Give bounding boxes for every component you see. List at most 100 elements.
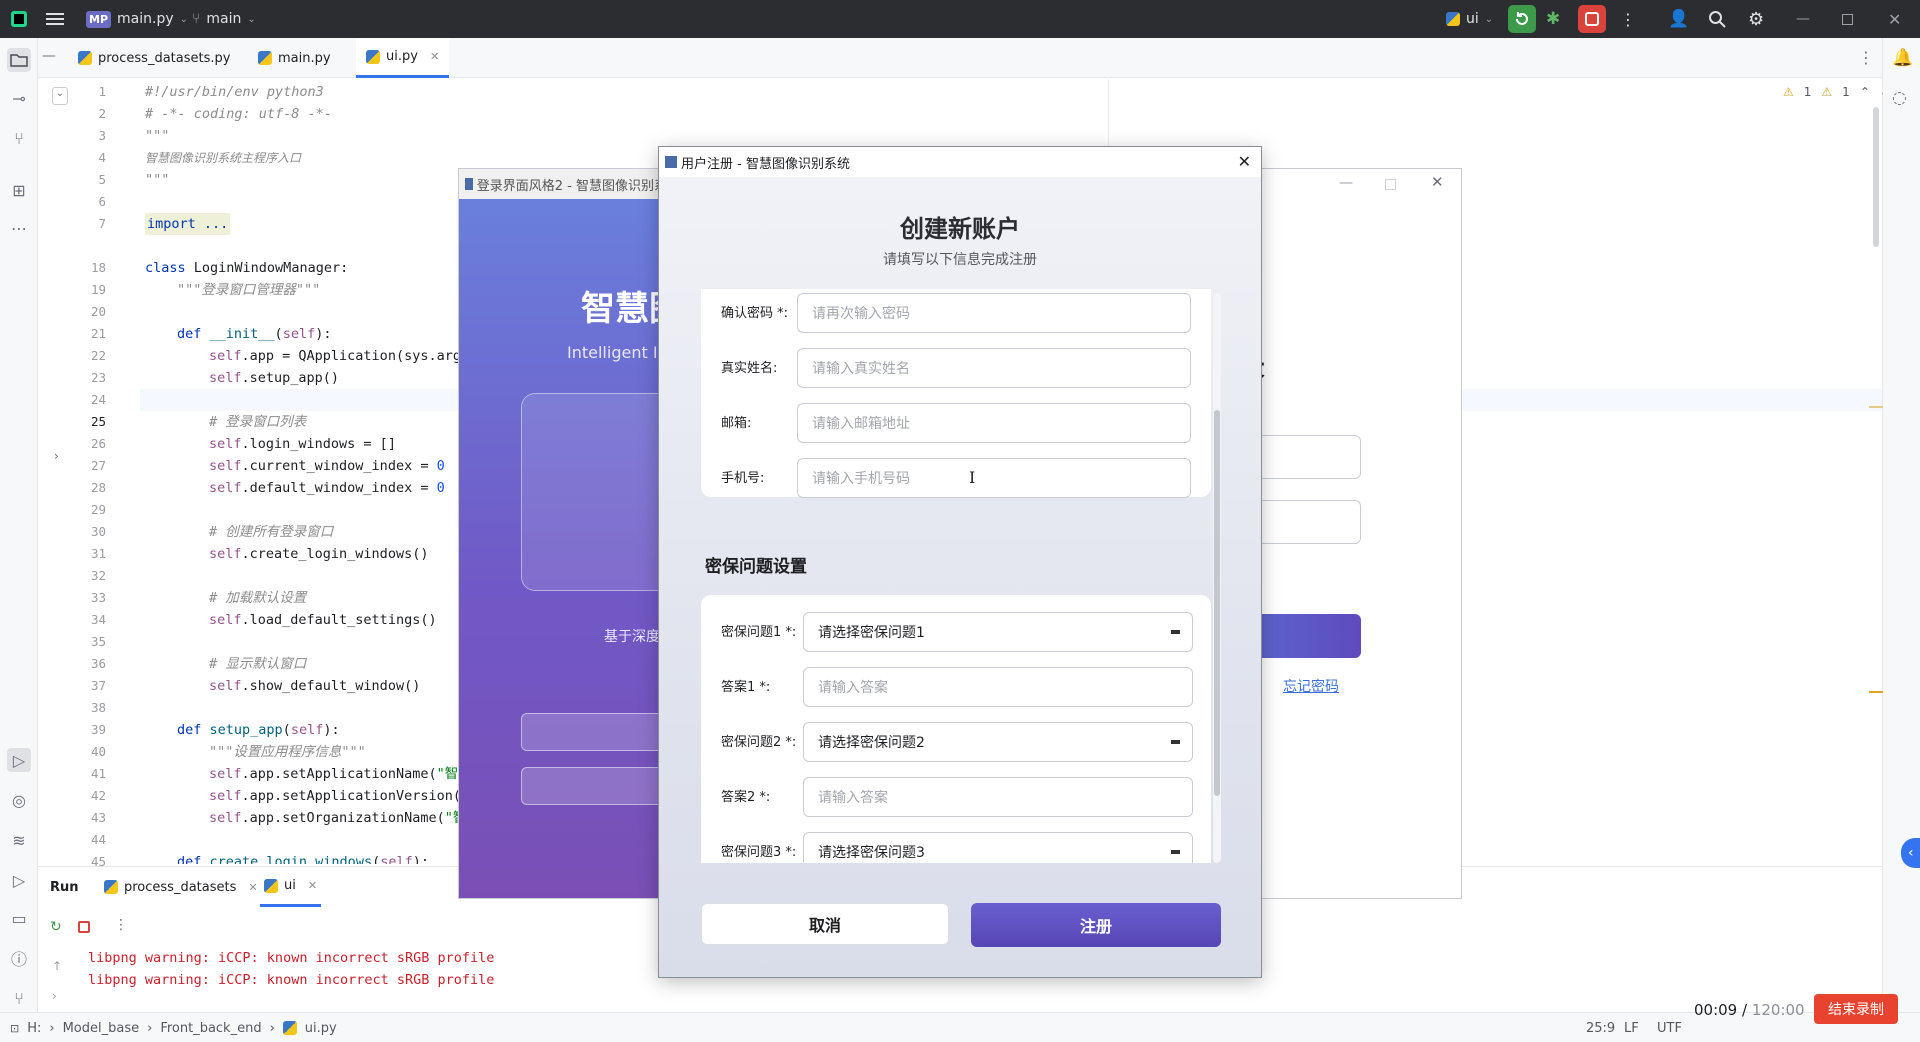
commit-icon[interactable]: ⊸ bbox=[7, 86, 31, 110]
close-tab-icon[interactable]: ✕ bbox=[308, 879, 317, 892]
line-number: 44 bbox=[90, 832, 106, 847]
file-encoding[interactable]: UTF bbox=[1657, 1013, 1682, 1042]
run-tab-process-datasets[interactable]: process_datasets ✕ bbox=[104, 867, 258, 907]
python-console-icon[interactable]: ◎ bbox=[7, 788, 31, 812]
debug-button[interactable]: ✱ bbox=[1546, 0, 1560, 38]
code-line: self.app.setApplicationName("智 bbox=[209, 766, 459, 782]
hero-input[interactable] bbox=[521, 713, 667, 751]
main-menu-icon[interactable] bbox=[46, 0, 64, 38]
real-name-input[interactable]: 请输入真实姓名 bbox=[797, 348, 1191, 388]
close-tab-icon[interactable]: ✕ bbox=[248, 881, 257, 894]
scroll-up-icon[interactable]: ↑ bbox=[52, 959, 62, 973]
form-scroll-area[interactable]: 确认密码 *: 请再次输入密码 真实姓名: 请输入真实姓名 邮箱: 请输入邮箱地… bbox=[659, 289, 1261, 863]
answer1-input[interactable]: 请输入答案 bbox=[803, 667, 1193, 707]
chevron-right-icon: › bbox=[49, 1020, 55, 1036]
cancel-button[interactable]: 取消 bbox=[701, 903, 949, 945]
expand-icon[interactable]: › bbox=[52, 989, 57, 1003]
collapse-panel-icon[interactable]: ‹ bbox=[1901, 838, 1920, 868]
close-window-icon[interactable]: ✕ bbox=[1888, 0, 1901, 38]
tab-options-icon[interactable]: ⋮ bbox=[1858, 48, 1874, 67]
git-branch-icon: ⑂ bbox=[192, 11, 201, 27]
pull-requests-icon[interactable]: ⑂ bbox=[7, 126, 31, 150]
close-dialog-icon[interactable]: ✕ bbox=[1238, 152, 1251, 171]
restore-window-icon[interactable] bbox=[1842, 0, 1853, 38]
security-question1-select[interactable]: 请选择密保问题1 bbox=[803, 612, 1193, 652]
collapse-icon[interactable]: — bbox=[42, 48, 56, 64]
settings-gear-icon[interactable]: ⚙ bbox=[1748, 0, 1764, 38]
python-icon bbox=[282, 1021, 297, 1035]
register-button[interactable]: 注册 bbox=[971, 903, 1221, 947]
console-line: libpng warning: iCCP: known incorrect sR… bbox=[88, 972, 495, 988]
inspection-widget[interactable]: ⚠ 1 ⚠ 1 ⌃ ⌄ bbox=[1783, 85, 1883, 99]
caret-position[interactable]: 25:9 bbox=[1586, 1013, 1615, 1042]
problems-icon[interactable]: ⓘ bbox=[7, 946, 31, 970]
security-question3-select[interactable]: 请选择密保问题3 bbox=[803, 832, 1193, 863]
terminal-icon[interactable]: ▭ bbox=[7, 906, 31, 930]
login-window-style2: 登录界面风格2 - 智慧图像识别系 智慧图 Intelligent Ir 基于深… bbox=[458, 168, 668, 899]
git-icon[interactable]: ⑂ bbox=[7, 986, 31, 1010]
dialog-titlebar: 用户注册 - 智慧图像识别系统 ✕ bbox=[659, 147, 1261, 177]
breadcrumb-item[interactable]: ui.py bbox=[305, 1021, 337, 1036]
chevron-up-icon[interactable]: ⌃ bbox=[1860, 85, 1870, 99]
stop-button[interactable] bbox=[1578, 0, 1606, 38]
form-scrollbar-thumb[interactable] bbox=[1214, 410, 1220, 796]
rerun-icon[interactable]: ↻ bbox=[50, 919, 62, 935]
tab-ui[interactable]: ui.py ✕ bbox=[356, 38, 450, 78]
layers-icon[interactable]: ≋ bbox=[7, 828, 31, 852]
ai-assistant-icon[interactable]: ◌ bbox=[1892, 88, 1907, 108]
breadcrumb-item[interactable]: Front_back_end bbox=[160, 1021, 261, 1036]
stop-recording-button[interactable]: 结束录制 bbox=[1814, 994, 1898, 1024]
line-number: 23 bbox=[90, 370, 106, 385]
close-window-icon[interactable]: ✕ bbox=[1431, 173, 1444, 191]
answer2-input[interactable]: 请输入答案 bbox=[803, 777, 1193, 817]
more-actions-icon[interactable]: ⋮ bbox=[1620, 0, 1636, 38]
confirm-password-input[interactable]: 请再次输入密码 bbox=[797, 293, 1191, 333]
services-icon[interactable]: ▷ bbox=[7, 868, 31, 892]
email-input[interactable]: 请输入邮箱地址 bbox=[797, 403, 1191, 443]
forgot-password-link[interactable]: 忘记密码 bbox=[1283, 676, 1339, 696]
minimize-window-icon[interactable]: — bbox=[1796, 0, 1810, 38]
chevron-down-icon: ⌄ bbox=[179, 13, 189, 25]
security-question2-select[interactable]: 请选择密保问题2 bbox=[803, 722, 1193, 762]
more-actions-icon[interactable]: ⋮ bbox=[114, 917, 128, 933]
code-line: def __init__(self): bbox=[177, 326, 332, 342]
more-tools-icon[interactable]: ⋯ bbox=[7, 216, 31, 240]
branch-selector[interactable]: ⑂ main ⌄ bbox=[192, 0, 256, 38]
login-hero-panel: 智慧图 Intelligent Ir 基于深度 bbox=[459, 199, 667, 898]
run-config-selector[interactable]: ui ⌄ bbox=[1446, 0, 1493, 38]
project-folder-icon[interactable] bbox=[7, 48, 31, 72]
recording-elapsed: 00:09 bbox=[1694, 1001, 1738, 1019]
line-number: 24 bbox=[90, 392, 106, 407]
tab-process-datasets[interactable]: process_datasets.py bbox=[68, 38, 240, 78]
add-user-icon[interactable]: 👤 bbox=[1668, 0, 1689, 38]
hero-input[interactable] bbox=[521, 767, 667, 805]
recording-timer: 00:09 / 120:00 bbox=[1694, 1001, 1805, 1019]
editor-scrollbar[interactable] bbox=[1873, 107, 1879, 247]
run-tool-icon[interactable]: ▷ bbox=[7, 748, 31, 772]
close-tab-icon[interactable]: ✕ bbox=[430, 50, 439, 63]
line-ending[interactable]: LF bbox=[1624, 1013, 1639, 1042]
tab-main[interactable]: main.py bbox=[248, 38, 341, 78]
chevron-down-icon[interactable]: ⌄ bbox=[1880, 85, 1883, 99]
project-selector[interactable]: MP main.py ⌄ bbox=[86, 0, 188, 38]
rerun-button[interactable] bbox=[1508, 0, 1536, 38]
run-tab-ui[interactable]: ui ✕ bbox=[260, 867, 322, 907]
answer2-label: 答案2 *: bbox=[721, 790, 771, 805]
line-number: 28 bbox=[90, 480, 106, 495]
phone-input[interactable]: 请输入手机号码 bbox=[797, 458, 1191, 498]
code-line: self.load_default_settings() bbox=[209, 612, 437, 628]
tab-label: ui.py bbox=[386, 49, 418, 64]
breadcrumb-item[interactable]: H: bbox=[27, 1021, 41, 1036]
minimize-window-icon[interactable]: — bbox=[1339, 175, 1353, 191]
vcs-widget-icon: ⊡ bbox=[10, 1021, 20, 1035]
tab-label: process_datasets.py bbox=[98, 50, 231, 66]
register-subheading: 请填写以下信息完成注册 bbox=[883, 252, 1037, 268]
stop-icon[interactable] bbox=[78, 921, 90, 933]
maximize-window-icon[interactable] bbox=[1385, 179, 1396, 190]
chevron-down-icon: ⌄ bbox=[1484, 13, 1494, 25]
breadcrumb-item[interactable]: Model_base bbox=[63, 1021, 140, 1036]
structure-icon[interactable]: ⊞ bbox=[7, 178, 31, 202]
app-logo-icon bbox=[10, 0, 28, 38]
notifications-bell-icon[interactable]: 🔔 bbox=[1892, 48, 1913, 68]
search-icon[interactable] bbox=[1708, 0, 1726, 38]
